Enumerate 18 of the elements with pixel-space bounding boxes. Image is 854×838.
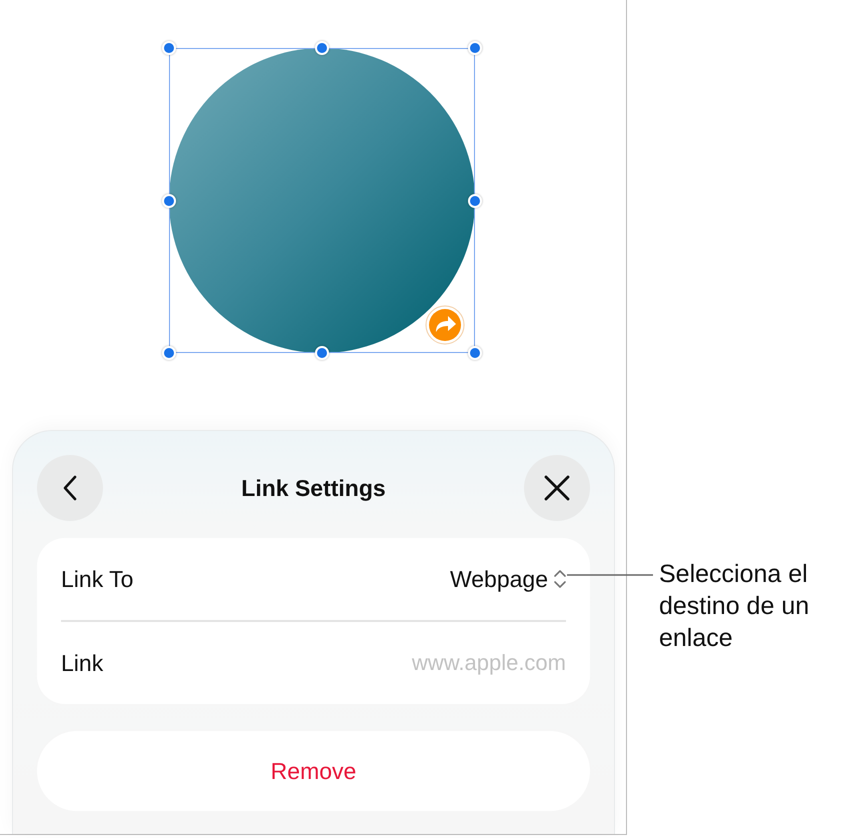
close-icon xyxy=(543,474,571,502)
panel-title: Link Settings xyxy=(241,474,386,502)
link-input-field[interactable]: www.apple.com xyxy=(326,650,566,676)
circle-shape[interactable] xyxy=(169,48,475,353)
link-type-popup[interactable]: Webpage xyxy=(450,566,568,592)
row-label: Link xyxy=(61,650,104,676)
callout-text: Selecciona el destino de un enlace xyxy=(659,559,810,654)
resize-handle[interactable] xyxy=(468,194,482,208)
resize-handle[interactable] xyxy=(315,346,329,360)
chevron-up-down-icon xyxy=(552,567,568,591)
row-label: Link To xyxy=(61,566,134,592)
resize-handle[interactable] xyxy=(468,41,482,55)
resize-handle[interactable] xyxy=(315,41,329,55)
remove-button[interactable]: Remove xyxy=(37,731,590,811)
resize-handle[interactable] xyxy=(162,41,176,55)
resize-handle[interactable] xyxy=(468,346,482,360)
resize-handle[interactable] xyxy=(162,346,176,360)
resize-handle[interactable] xyxy=(162,194,176,208)
